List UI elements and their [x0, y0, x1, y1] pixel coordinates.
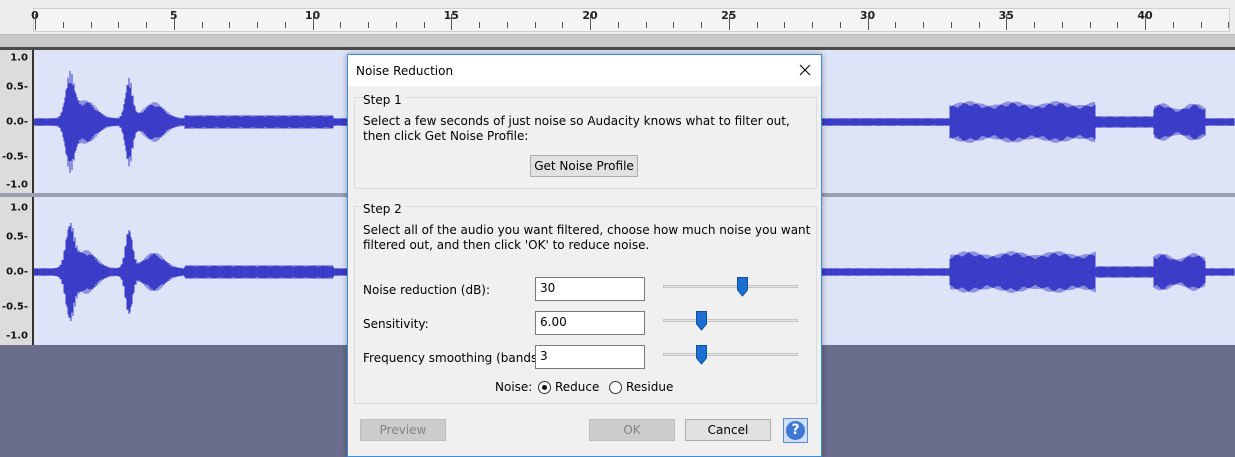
ruler-tick	[118, 22, 120, 28]
ruler-tick	[645, 22, 647, 28]
residue-label[interactable]: Residue	[626, 380, 673, 394]
cancel-button[interactable]: Cancel	[685, 419, 771, 441]
ruler-tick	[1228, 22, 1230, 28]
ruler-tick	[479, 22, 480, 28]
help-icon: ?	[786, 421, 805, 440]
frequency-smoothing-label: Frequency smoothing (bands):	[363, 351, 546, 365]
noise-label: Noise:	[495, 380, 533, 394]
amplitude-label: -1.0	[6, 179, 28, 191]
ruler-tick	[728, 14, 730, 30]
ruler-tick	[756, 22, 758, 28]
noise-reduction-dialog: Noise Reduction Step 1 Select a few seco…	[347, 54, 822, 457]
amplitude-label: -1.0	[6, 330, 28, 342]
ruler-tick	[978, 22, 980, 28]
sensitivity-input[interactable]: 6.00	[535, 311, 645, 335]
slider-thumb[interactable]	[696, 311, 707, 331]
ruler-tick	[201, 22, 203, 28]
ruler-tick	[812, 22, 813, 28]
step2-instruction-line1: Select all of the audio you want filtere…	[363, 223, 811, 237]
ruler-tick	[229, 22, 231, 28]
ruler-tick	[451, 14, 453, 30]
amplitude-label: 0.0-	[6, 116, 28, 128]
step1-instruction-line2: then click Get Noise Profile:	[363, 129, 529, 143]
ruler-tick	[1089, 22, 1091, 28]
ruler-tick	[950, 22, 952, 28]
help-button[interactable]: ?	[783, 418, 808, 443]
ruler-tick	[895, 22, 897, 28]
amplitude-ruler: 1.0 0.5- 0.0- -0.5- -1.0	[0, 197, 34, 345]
residue-radio[interactable]	[609, 381, 622, 394]
ruler-tick	[146, 22, 147, 28]
ruler-tick	[257, 22, 258, 28]
frequency-smoothing-input[interactable]: 3	[535, 345, 645, 369]
slider-track	[663, 285, 798, 288]
ok-button[interactable]: OK	[589, 419, 675, 441]
ruler-tick	[867, 14, 869, 30]
step2-title: Step 2	[363, 202, 406, 216]
slider-track	[663, 353, 798, 356]
sensitivity-label: Sensitivity:	[363, 317, 429, 331]
ruler-tick	[1061, 22, 1063, 28]
ruler-tick	[534, 22, 536, 28]
ruler-tick	[90, 22, 92, 28]
close-button[interactable]	[793, 58, 817, 82]
ruler-tick	[1034, 22, 1035, 28]
ruler-tick	[62, 22, 64, 28]
amplitude-label: -0.5-	[1, 151, 28, 163]
noise-reduction-slider[interactable]	[663, 277, 798, 297]
ruler-tick	[368, 22, 369, 28]
ruler-tick	[1006, 14, 1008, 30]
get-noise-profile-button[interactable]: Get Noise Profile	[530, 155, 638, 177]
reduce-label[interactable]: Reduce	[555, 380, 599, 394]
dialog-title: Noise Reduction	[356, 64, 454, 78]
frequency-smoothing-slider[interactable]	[663, 345, 798, 365]
amplitude-label: 0.5-	[6, 231, 28, 243]
amplitude-label: 1.0	[10, 52, 28, 64]
step1-instruction-line1: Select a few seconds of just noise so Au…	[363, 114, 790, 128]
amplitude-label: 1.0	[10, 202, 28, 214]
timeline-ruler[interactable]: 0510152025303540	[0, 0, 1235, 35]
step1-title: Step 1	[363, 93, 406, 107]
timeline-strip	[0, 35, 1235, 47]
timeline-bar[interactable]	[33, 8, 1230, 32]
ruler-tick	[506, 22, 508, 28]
ruler-tick	[839, 22, 841, 28]
preview-button[interactable]: Preview	[360, 419, 446, 441]
ruler-tick	[284, 22, 286, 28]
ruler-tick	[1200, 22, 1202, 28]
noise-reduction-input[interactable]: 30	[535, 277, 645, 301]
reduce-radio[interactable]	[538, 381, 551, 394]
ruler-tick	[312, 14, 314, 30]
ruler-tick	[673, 22, 675, 28]
close-icon	[799, 64, 811, 76]
ruler-tick	[590, 14, 591, 30]
amplitude-label: 0.0-	[6, 266, 28, 278]
sensitivity-slider[interactable]	[663, 311, 798, 331]
slider-thumb[interactable]	[696, 345, 707, 365]
ruler-tick	[423, 22, 425, 28]
ruler-tick	[395, 22, 397, 28]
noise-reduction-label: Noise reduction (dB):	[363, 283, 491, 297]
step2-instruction-line2: filtered out, and then click 'OK' to red…	[363, 238, 650, 252]
slider-thumb[interactable]	[737, 277, 748, 297]
ruler-tick	[701, 22, 702, 28]
amplitude-label: 0.5-	[6, 81, 28, 93]
ruler-tick	[35, 14, 36, 30]
ruler-tick	[923, 22, 924, 28]
ruler-tick	[340, 22, 342, 28]
ruler-tick	[173, 14, 175, 30]
amplitude-label: -0.5-	[1, 301, 28, 313]
slider-track	[663, 319, 798, 322]
dialog-titlebar[interactable]: Noise Reduction	[348, 55, 821, 86]
ruler-tick	[617, 22, 619, 28]
ruler-tick	[1172, 22, 1174, 28]
ruler-tick	[784, 22, 786, 28]
ruler-tick	[1145, 14, 1146, 30]
ruler-tick	[1117, 22, 1119, 28]
amplitude-ruler: 1.0 0.5- 0.0- -0.5- -1.0	[0, 50, 34, 193]
ruler-tick	[562, 22, 564, 28]
